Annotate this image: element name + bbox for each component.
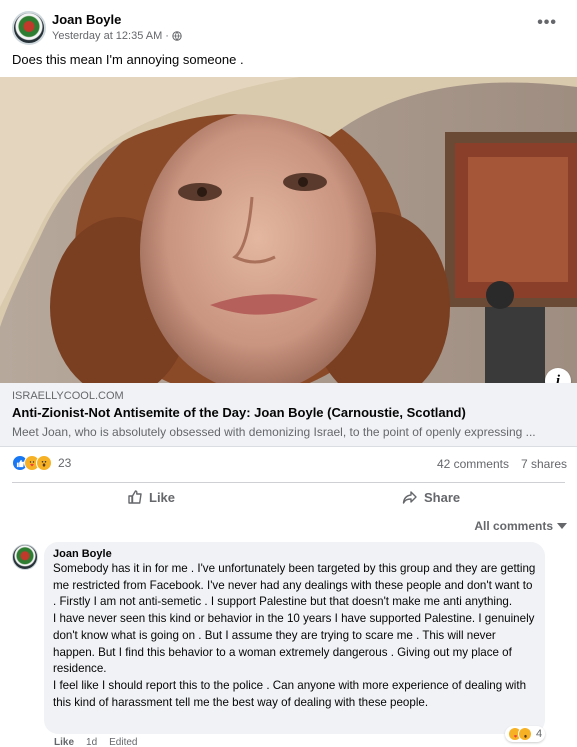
comment-filter-dropdown[interactable]: All comments [474,519,567,533]
post-stats: 23 42 comments 7 shares [0,448,577,478]
share-button-label: Share [424,489,461,505]
link-preview-image[interactable]: i [0,77,577,383]
share-arrow-icon [402,491,417,504]
caret-down-icon [557,523,567,529]
more-icon[interactable]: ••• [537,14,557,32]
commenter-avatar[interactable] [12,544,38,570]
photo-illustration [0,77,577,383]
comments-count-link[interactable]: 42 comments [437,457,509,471]
comment-filter-label: All comments [474,519,553,533]
post-header: Joan Boyle Yesterday at 12:35 AM · ••• [0,0,577,50]
meta-separator: · [165,30,169,42]
like-button-label: Like [149,489,176,505]
wow-reaction-icon [518,727,532,741]
post-timestamp[interactable]: Yesterday at 12:35 AM [52,30,162,42]
action-bar: Like Share [12,482,565,514]
link-domain: ISRAELLYCOOL.COM [12,390,124,402]
link-preview-caption[interactable]: ISRAELLYCOOL.COM Anti-Zionist-Not Antise… [0,383,577,447]
like-button[interactable]: Like [127,489,175,505]
comment-reaction-count: 4 [536,728,543,740]
comment-age[interactable]: 1d [86,737,97,747]
post-text: Does this mean I'm annoying someone . [12,52,244,67]
comment-text: Somebody has it in for me . I've unfortu… [53,562,536,709]
comment-reactions[interactable]: 4 [505,726,546,742]
shares-count-link[interactable]: 7 shares [521,457,567,471]
thumbs-up-icon [128,490,142,504]
wow-reaction-icon [36,455,52,471]
comment-like-button[interactable]: Like [54,737,74,747]
comment-author[interactable]: Joan Boyle [53,548,536,560]
comment-bubble: Joan Boyle Somebody has it in for me . I… [44,542,545,734]
engagement-counts: 42 comments 7 shares [437,457,567,471]
link-description: Meet Joan, who is absolutely obsessed wi… [12,425,536,439]
post-meta: Yesterday at 12:35 AM · [52,30,182,42]
share-button[interactable]: Share [402,489,460,505]
post-author[interactable]: Joan Boyle [52,12,121,27]
globe-icon [172,31,182,41]
reaction-count: 23 [58,456,72,470]
reaction-summary[interactable]: 23 [12,455,71,471]
comment-meta: Like 1d Edited [54,737,138,747]
profile-avatar[interactable] [12,11,46,45]
link-title[interactable]: Anti-Zionist-Not Antisemite of the Day: … [12,405,466,420]
comment-edited[interactable]: Edited [109,737,137,747]
